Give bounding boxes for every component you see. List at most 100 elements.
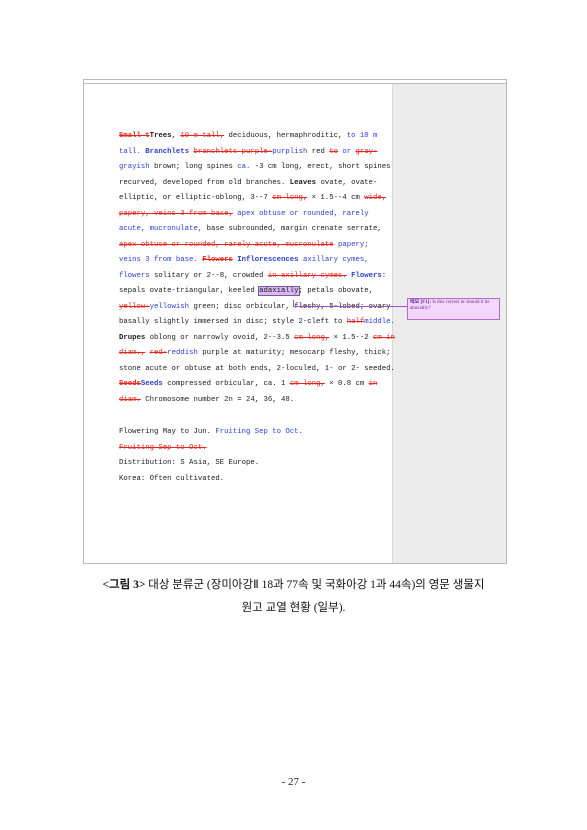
- deleted-text: diam.: [119, 395, 141, 404]
- document-body: Small tTrees, 10 m tall, deciduous, herm…: [119, 129, 395, 488]
- inserted-text: Fruiting Sep to Oct.: [215, 428, 303, 436]
- comment-leader-line: [293, 306, 407, 307]
- text-run: basally slightly immersed in disc; style…: [119, 318, 347, 326]
- inserted-text: Seeds: [140, 380, 163, 388]
- inserted-text: Inflorescences: [237, 256, 299, 264]
- deleted-text: in: [368, 380, 378, 388]
- document-line: elliptic, or elliptic-oblong, 3--7 cm lo…: [119, 191, 391, 207]
- document-line: acute, mucronulate, base subrounded, mar…: [119, 222, 391, 238]
- document-line: yellow-yellowish green; disc orbicular, …: [119, 300, 391, 316]
- comment-label: 메모 [F1]:: [410, 300, 431, 305]
- deleted-text: in axillary cymes.: [267, 271, 347, 280]
- deleted-text: to: [329, 147, 338, 156]
- text-run: red: [307, 147, 330, 156]
- deleted-text: cm long,: [272, 194, 308, 202]
- document-line: diam. Chromosome number 2n = 24, 36, 48.: [119, 393, 391, 409]
- inserted-text: veins 3 from base.: [119, 256, 203, 264]
- document-line: Korea: Often cultivated.: [119, 472, 391, 488]
- figure-caption-line2: 원고 교열 현황 (일부).: [241, 602, 346, 614]
- comment-margin-panel: [392, 84, 506, 563]
- deleted-text: Small t: [119, 132, 150, 140]
- document-line: Small tTrees, 10 m tall, deciduous, herm…: [119, 129, 391, 145]
- inserted-text: middle.: [364, 318, 395, 326]
- text-run: Leaves: [289, 178, 317, 187]
- text-run: base subrounded, margin crenate serrate,: [202, 225, 382, 233]
- inserted-text: Branchlets: [145, 147, 190, 156]
- document-line: Drupes oblong or narrowly ovoid, 2--3.5 …: [119, 331, 395, 347]
- document-line: basally slightly immersed in disc; style…: [119, 315, 395, 331]
- figure-caption-line1: <그림 3> 대상 분류군 (장미아강Ⅱ 18과 77속 및 국화아강 1과 4…: [0, 576, 587, 592]
- text-run: ovate, ovate-: [316, 178, 378, 187]
- text-run: elliptic, or elliptic-oblong, 3--7: [119, 194, 273, 202]
- document-line: sepals ovate-triangular, keeled adaxiall…: [119, 284, 391, 300]
- text-run: × 1.5--4 cm: [307, 194, 365, 202]
- text-run: Distribution: S Asia, SE Europe.: [119, 459, 260, 467]
- deleted-text: branchlets purple-: [193, 147, 273, 156]
- text-run: × 1.5--2: [329, 333, 373, 342]
- deleted-text: Seeds: [119, 380, 141, 388]
- deleted-text: Flowers: [202, 256, 233, 264]
- document-line: recurved, developed from old branches. L…: [119, 176, 391, 192]
- document-line: stone acute or obtuse at both ends, 2-lo…: [119, 362, 395, 378]
- text-run: Drupes: [119, 333, 146, 342]
- document-line: tall. Branchlets branchlets purple-purpl…: [119, 145, 391, 161]
- document-line: papery, veins 3 from base, apex obtuse o…: [119, 207, 391, 223]
- inserted-text: grayish: [119, 163, 150, 171]
- commented-text[interactable]: adaxially: [258, 286, 300, 296]
- text-run: purple at maturity; mesocarp fleshy, thi…: [197, 349, 391, 357]
- text-run: -3 cm long, erect, short spines: [254, 163, 391, 171]
- deleted-text: apex obtuse or rounded, rarely acute, mu…: [119, 240, 334, 249]
- text-run: sepals ovate-triangular, keeled: [119, 287, 260, 295]
- text-run: stone acute or obtuse at both ends, 2-lo…: [119, 364, 395, 373]
- text-run: compressed orbicular, ca. 1: [162, 380, 290, 388]
- text-run: Chromosome number 2n = 24, 36, 48.: [140, 395, 295, 404]
- inserted-text: purplish: [272, 147, 308, 156]
- inserted-text: reddish: [167, 349, 198, 357]
- figure-caption-text: 대상 분류군 (장미아강Ⅱ 18과 77속 및 국화아강 1과 44속)의 영문…: [145, 579, 485, 591]
- text-run: deciduous, hermaphroditic,: [224, 132, 347, 140]
- text-run: Flowering May to Jun.: [119, 428, 216, 436]
- inserted-text: ca.: [237, 163, 255, 171]
- deleted-text: Fruiting Sep to Oct.: [119, 443, 207, 452]
- deleted-text: red-: [149, 349, 168, 357]
- document-line: SeedsSeeds compressed orbicular, ca. 1 c…: [119, 377, 391, 393]
- document-line: flowers solitary or 2--8, crowded in axi…: [119, 269, 391, 285]
- document-line: apex obtuse or rounded, rarely acute, mu…: [119, 238, 391, 254]
- inserted-text: tall.: [119, 147, 146, 156]
- text-run: Korea: Often cultivated.: [119, 474, 225, 483]
- inserted-text: apex obtuse or rounded, rarely: [232, 209, 369, 218]
- document-line: Flowering May to Jun. Fruiting Sep to Oc…: [119, 425, 391, 441]
- text-run: ; petals obovate,: [298, 287, 373, 295]
- text-run: Trees: [149, 132, 172, 140]
- document-line: grayish brown; long spines ca. -3 cm lon…: [119, 160, 391, 176]
- inserted-text: axillary cymes,: [298, 256, 369, 264]
- inserted-text: yellowish: [149, 302, 190, 311]
- deleted-text: cm long,: [294, 333, 330, 342]
- inserted-text: Flowers:: [351, 271, 387, 280]
- document-line: diam., red-reddish purple at maturity; m…: [119, 346, 391, 362]
- comment-balloon[interactable]: 메모 [F1]: Is this correct or should it be…: [407, 298, 500, 320]
- text-run: solitary or 2--8, crowded: [149, 271, 268, 280]
- document-line: Fruiting Sep to Oct.: [119, 441, 391, 457]
- page-number: - 27 -: [281, 776, 306, 788]
- text-run: × 0.8 cm: [324, 380, 369, 388]
- deleted-text: 10 m tall,: [180, 132, 225, 140]
- deleted-text: papery, veins 3 from base,: [119, 209, 233, 218]
- text-run: brown; long spines: [149, 163, 238, 171]
- deleted-text: wide,: [364, 194, 387, 202]
- figure-caption-label: <그림 3>: [102, 579, 146, 591]
- deleted-text: gray-: [355, 147, 378, 156]
- inserted-text: flowers: [119, 271, 150, 280]
- document-line: [119, 408, 391, 425]
- inserted-text: acute, mucronulate,: [119, 225, 203, 233]
- deleted-text: half: [346, 318, 365, 326]
- deleted-text: cm in: [373, 333, 395, 342]
- text-run: oblong or narrowly ovoid, 2--3.5: [145, 333, 295, 342]
- text-run: recurved, developed from old branches.: [119, 178, 290, 187]
- deleted-text: cm long,: [289, 380, 325, 388]
- text-run: ,: [171, 132, 181, 140]
- document-line: veins 3 from base. Flowers Inflorescence…: [119, 253, 391, 269]
- inserted-text: papery;: [333, 240, 369, 249]
- deleted-text: diam.,: [119, 349, 146, 357]
- document-screenshot: Small tTrees, 10 m tall, deciduous, herm…: [83, 79, 507, 564]
